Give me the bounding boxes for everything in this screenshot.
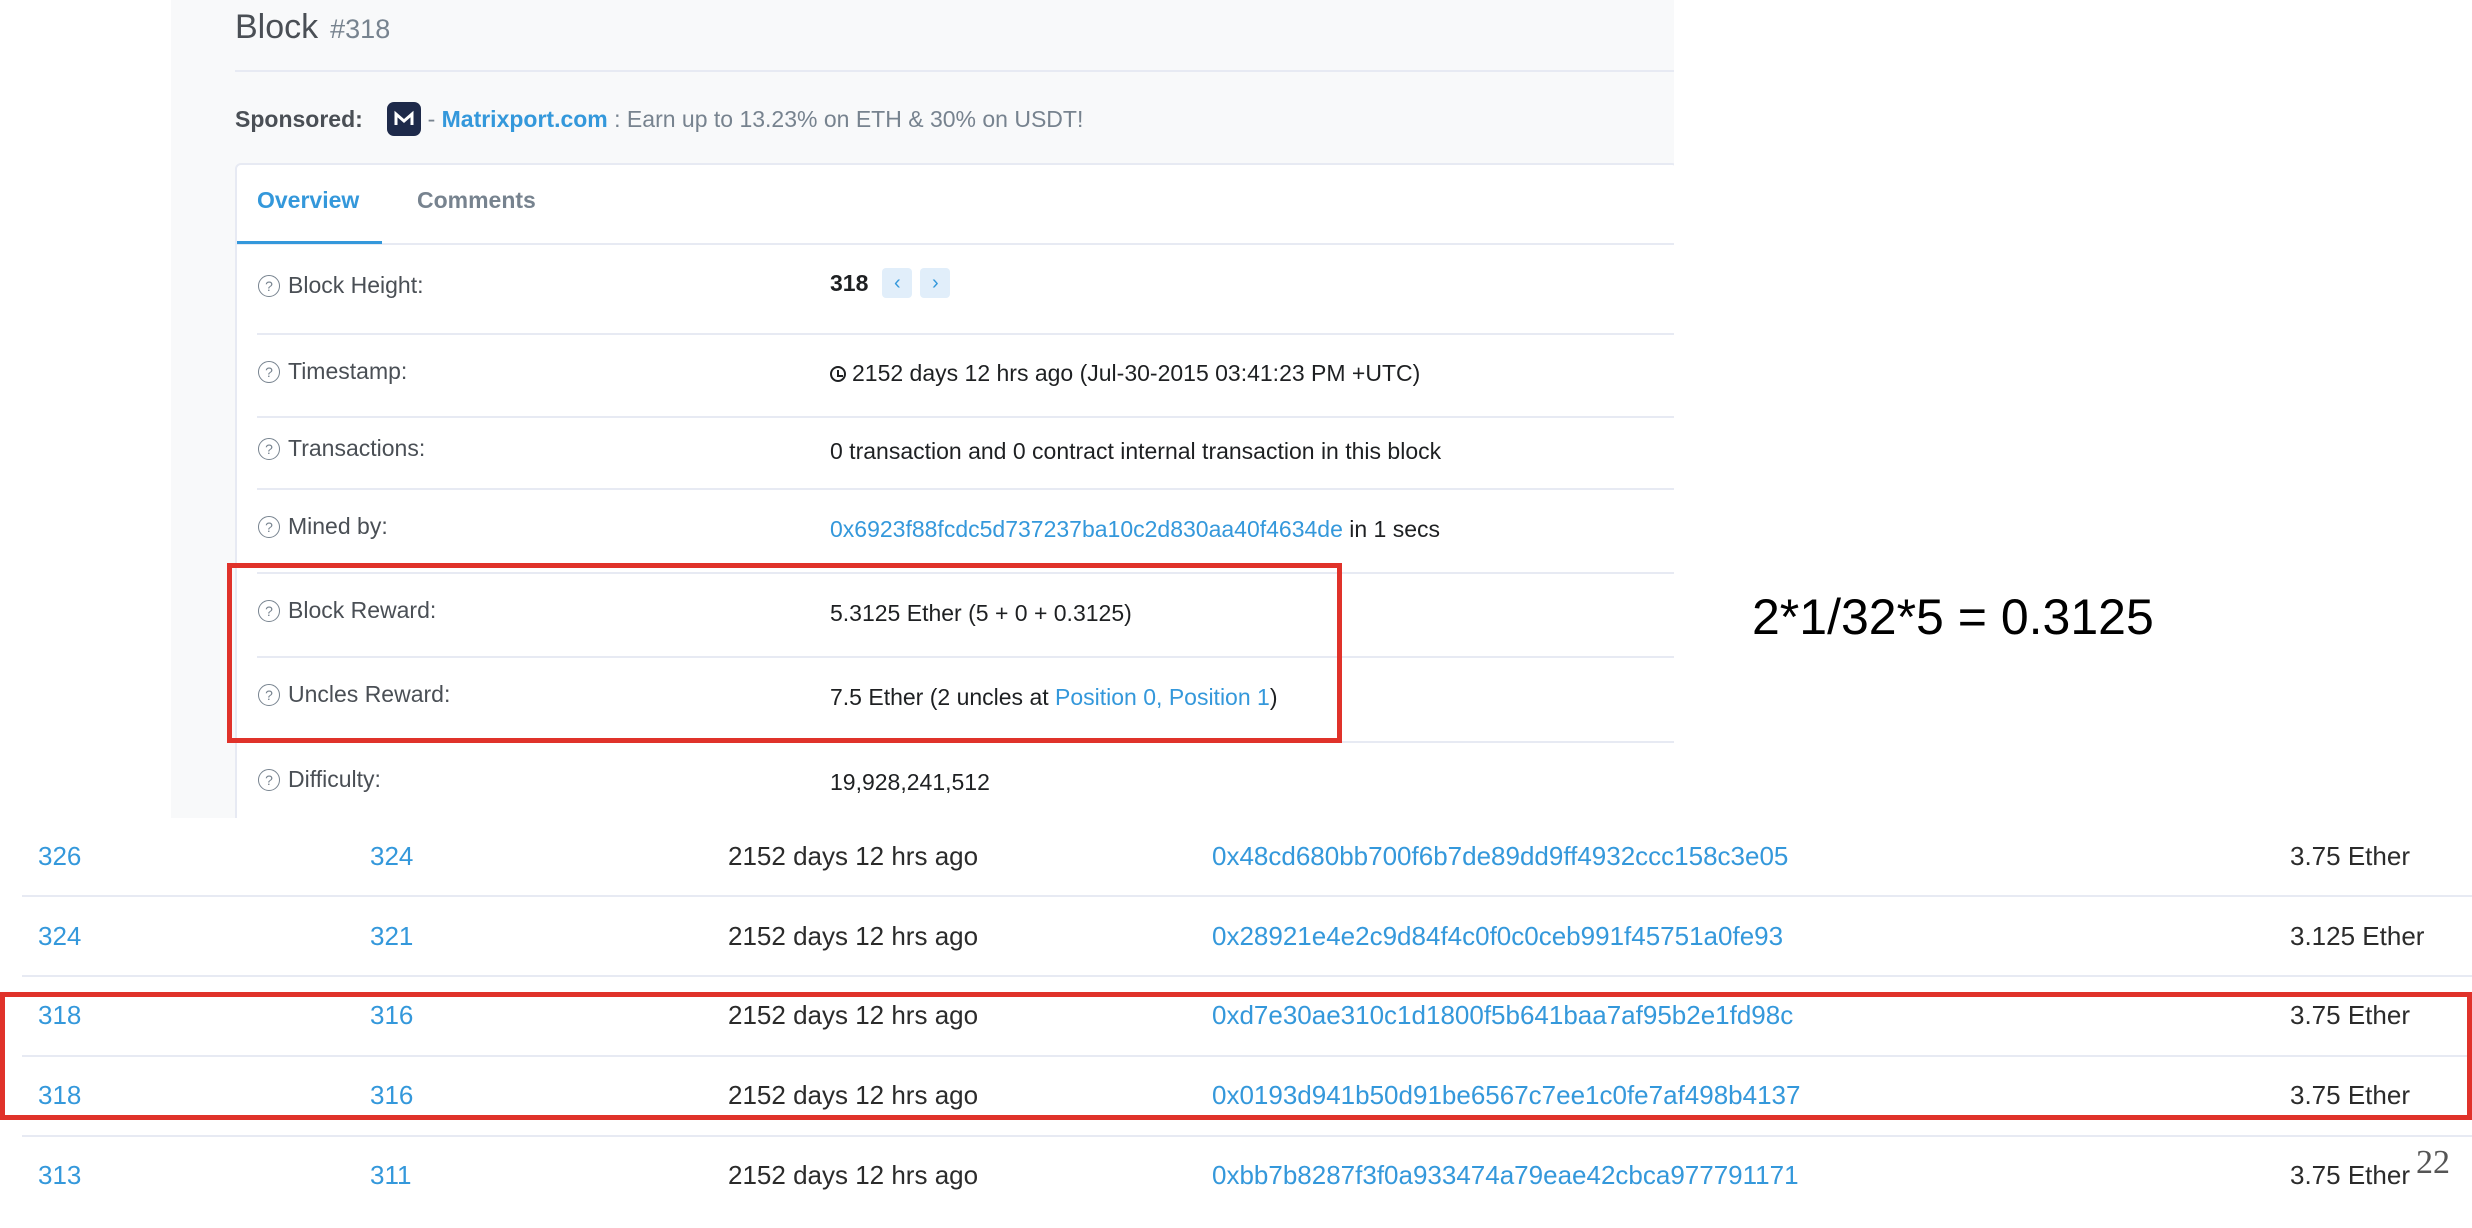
difficulty-value: 19,928,241,512 <box>830 769 990 795</box>
mined-by-label: ? Mined by: <box>258 513 388 540</box>
title-divider <box>235 70 1674 72</box>
mined-by-value: 0x6923f88fcdc5d737237ba10c2d830aa40f4634… <box>830 516 1440 543</box>
block-318-uncles-highlight-box <box>0 992 2472 1120</box>
transactions-label: ? Transactions: <box>258 435 425 462</box>
timestamp-text: 2152 days 12 hrs ago (Jul-30-2015 03:41:… <box>852 360 1421 386</box>
reward-formula-annotation: 2*1/32*5 = 0.3125 <box>1752 589 2154 645</box>
reward-text: 3.125 Ether <box>2290 921 2425 951</box>
block-link[interactable]: 326 <box>38 841 81 872</box>
help-icon[interactable]: ? <box>258 768 280 791</box>
transactions-value: 0 transaction and 0 contract internal tr… <box>830 438 1442 464</box>
uncle-link[interactable]: 311 <box>370 1160 411 1191</box>
rewards-highlight-box <box>227 563 1342 743</box>
tab-comments[interactable]: Comments <box>417 187 536 214</box>
page-title-text: Block <box>235 8 319 46</box>
uncle-link[interactable]: 321 <box>370 921 413 952</box>
chevron-right-icon[interactable]: › <box>920 268 951 298</box>
row-divider <box>257 333 1674 335</box>
miner-link[interactable]: 0xbb7b8287f3f0a933474a79eae42cbca9777911… <box>1212 1160 1799 1191</box>
help-icon[interactable]: ? <box>258 360 280 383</box>
help-icon[interactable]: ? <box>258 274 280 297</box>
uncle-link[interactable]: 324 <box>370 841 413 872</box>
row-divider <box>257 488 1674 490</box>
difficulty-label: ? Difficulty: <box>258 766 381 793</box>
row-divider <box>22 1135 2472 1137</box>
matrixport-logo-icon[interactable] <box>387 102 422 136</box>
sponsor-separator: - <box>427 106 436 133</box>
block-link[interactable]: 324 <box>38 921 81 952</box>
age-text: 2152 days 12 hrs ago <box>728 921 979 951</box>
timestamp-label: ? Timestamp: <box>258 358 407 385</box>
help-icon[interactable]: ? <box>258 437 280 460</box>
chevron-left-icon[interactable]: ‹ <box>882 268 913 298</box>
row-divider <box>22 895 2472 897</box>
mined-by-label-text: Mined by: <box>288 513 388 539</box>
reward-text: 3.75 Ether <box>2290 1160 2410 1190</box>
reward-text: 3.75 Ether <box>2290 841 2410 871</box>
miner-link[interactable]: 0x48cd680bb700f6b7de89dd9ff4932ccc158c3e… <box>1212 841 1788 872</box>
transactions-label-text: Transactions: <box>288 435 426 461</box>
block-number: #318 <box>330 14 391 44</box>
block-height-label-text: Block Height: <box>288 272 424 298</box>
sponsor-label: Sponsored: <box>235 106 363 133</box>
difficulty-label-text: Difficulty: <box>288 766 381 792</box>
miner-link[interactable]: 0x28921e4e2c9d84f4c0f0c0ceb991f45751a0fe… <box>1212 921 1783 952</box>
row-divider <box>22 975 2472 977</box>
tab-divider <box>237 243 1674 245</box>
sponsor-bar: Sponsored: - Matrixport.com : Earn up to… <box>235 102 1084 138</box>
block-height-number: 318 <box>830 269 869 296</box>
age-text: 2152 days 12 hrs ago <box>728 1160 979 1190</box>
clock-icon <box>830 365 846 382</box>
mined-time: in 1 secs <box>1349 516 1441 542</box>
sponsor-link[interactable]: Matrixport.com <box>442 106 608 132</box>
block-height-label: ? Block Height: <box>258 272 424 299</box>
sponsor-text: : Earn up to 13.23% on ETH & 30% on USDT… <box>614 106 1084 133</box>
age-text: 2152 days 12 hrs ago <box>728 841 979 871</box>
miner-address-link[interactable]: 0x6923f88fcdc5d737237ba10c2d830aa40f4634… <box>830 516 1343 543</box>
block-link[interactable]: 313 <box>38 1160 81 1191</box>
timestamp-label-text: Timestamp: <box>288 358 408 384</box>
page-title: Block #318 <box>235 8 390 47</box>
help-icon[interactable]: ? <box>258 515 280 538</box>
tab-overview[interactable]: Overview <box>257 187 359 214</box>
tab-active-indicator <box>237 241 382 244</box>
row-divider <box>257 416 1674 418</box>
slide-page-number: 22 <box>2416 1144 2450 1181</box>
timestamp-value: 2152 days 12 hrs ago (Jul-30-2015 03:41:… <box>830 360 1420 387</box>
block-height-value: 318 ‹ › <box>830 268 951 298</box>
